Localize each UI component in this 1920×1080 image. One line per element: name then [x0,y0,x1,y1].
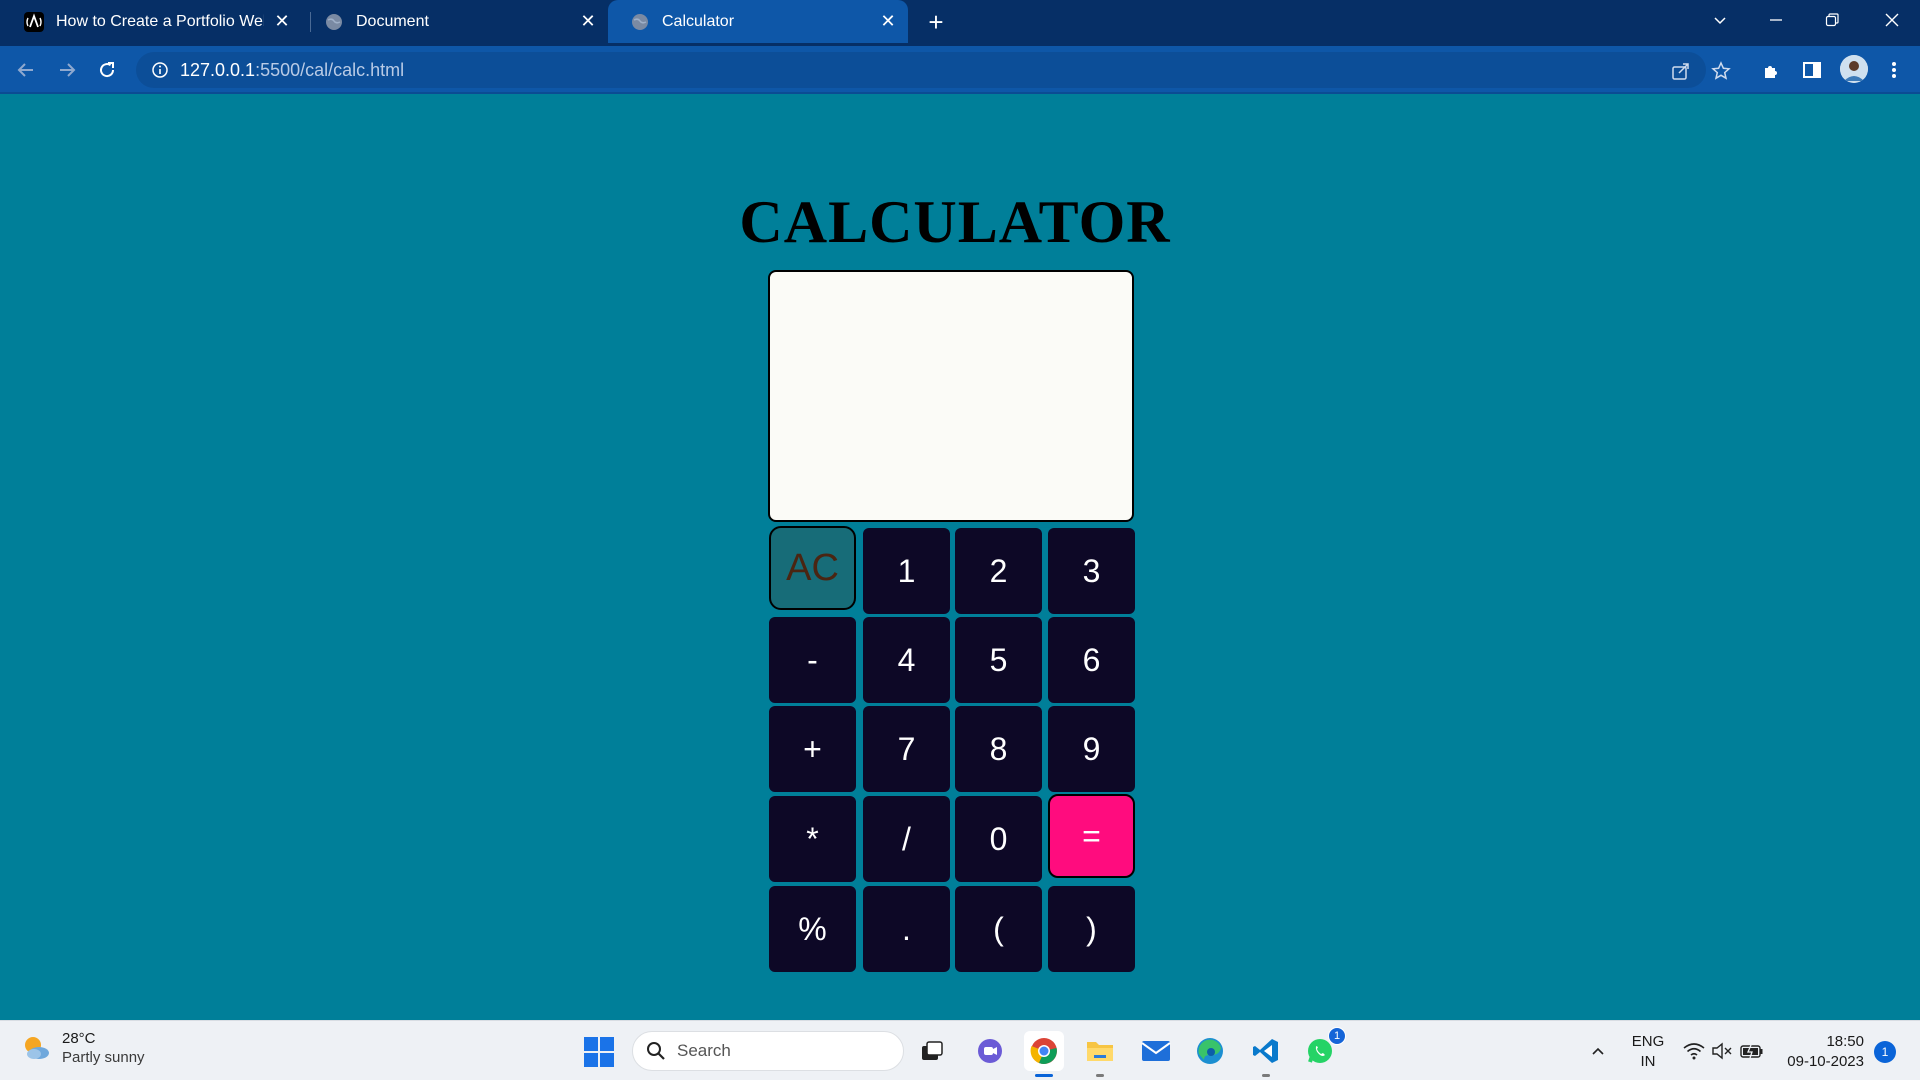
tab-document[interactable]: Document ✕ [302,0,608,43]
taskbar: 28°C Partly sunny Search 1 ENG IN 18:50 … [0,1020,1920,1080]
teams-chat-icon[interactable] [970,1031,1010,1071]
share-icon[interactable] [1670,60,1692,82]
weather-widget[interactable]: 28°C Partly sunny [20,1029,145,1067]
running-indicator [1262,1074,1270,1077]
running-indicator [1096,1074,1104,1077]
wifi-icon[interactable] [1682,1039,1706,1063]
battery-icon[interactable] [1740,1039,1764,1063]
url-path: :5500/cal/calc.html [255,59,405,80]
globe-icon [324,12,344,32]
astro-logo-icon [24,11,44,32]
key-plus[interactable]: + [769,706,856,792]
key-1[interactable]: 1 [863,528,950,614]
vscode-icon[interactable] [1246,1031,1286,1077]
key-2[interactable]: 2 [955,528,1042,614]
clear-button[interactable]: AC [769,526,856,610]
key-8[interactable]: 8 [955,706,1042,792]
key-close-paren[interactable]: ) [1048,886,1135,972]
key-7[interactable]: 7 [863,706,950,792]
url-host: 127.0.0.1 [180,59,256,80]
key-minus[interactable]: - [769,617,856,703]
page-content: CALCULATOR AC 1 2 3 - 4 5 6 + 7 8 9 * / … [0,96,1920,1020]
close-window-button[interactable] [1864,0,1920,40]
chrome-icon[interactable] [1024,1031,1064,1077]
key-decimal[interactable]: . [863,886,950,972]
search-icon [645,1040,667,1062]
clock-date: 09-10-2023 [1787,1053,1864,1070]
back-button[interactable] [10,54,42,86]
close-icon[interactable]: ✕ [272,11,292,32]
key-open-paren[interactable]: ( [955,886,1042,972]
clock-time: 18:50 [1826,1033,1864,1050]
close-icon[interactable]: ✕ [878,11,898,32]
weather-temperature: 28°C [62,1030,96,1047]
lang-code: ENG [1631,1033,1665,1050]
side-panel-icon[interactable] [1798,56,1826,84]
key-divide[interactable]: / [863,796,950,882]
key-6[interactable]: 6 [1048,617,1135,703]
edge-icon[interactable] [1190,1031,1230,1071]
address-bar[interactable]: 127.0.0.1:5500/cal/calc.html [136,52,1731,88]
forward-button[interactable] [51,54,83,86]
tab-search-button[interactable] [1692,0,1748,40]
key-0[interactable]: 0 [955,796,1042,882]
system-clock[interactable]: 18:50 09-10-2023 [1770,1032,1864,1072]
profile-avatar[interactable] [1840,55,1868,83]
speaker-muted-icon[interactable] [1710,1039,1734,1063]
taskbar-search-box[interactable]: Search [632,1031,904,1071]
reload-button[interactable] [91,54,123,86]
notification-center-badge[interactable]: 1 [1874,1041,1896,1063]
task-view-icon[interactable] [912,1031,952,1071]
new-tab-button[interactable]: + [922,7,950,37]
extensions-icon[interactable] [1758,56,1786,84]
file-explorer-icon[interactable] [1080,1031,1120,1077]
calculator-display[interactable] [768,270,1134,522]
equals-button[interactable]: = [1048,794,1135,878]
globe-icon [630,12,650,32]
back-arrow-icon [17,63,33,77]
partly-sunny-icon [25,1037,49,1059]
running-indicator [1035,1074,1053,1077]
key-3[interactable]: 3 [1048,528,1135,614]
reload-icon [100,62,115,78]
whatsapp-icon[interactable]: 1 [1300,1027,1346,1071]
bookmark-star-icon[interactable] [1710,60,1732,82]
key-multiply[interactable]: * [769,796,856,882]
key-5[interactable]: 5 [955,617,1042,703]
mail-icon[interactable] [1136,1031,1176,1071]
forward-arrow-icon [60,63,76,77]
close-icon[interactable]: ✕ [578,11,598,32]
key-4[interactable]: 4 [863,617,950,703]
tab-title: Document [356,12,429,30]
chevron-up-icon[interactable] [1586,1039,1610,1063]
more-menu-icon[interactable] [1880,56,1908,84]
info-icon[interactable] [150,60,170,80]
restore-icon [1825,13,1839,27]
tab-portfolio[interactable]: How to Create a Portfolio Websi ✕ [2,0,302,43]
search-placeholder: Search [677,1041,731,1060]
key-percent[interactable]: % [769,886,856,972]
page-title: CALCULATOR [739,189,1171,255]
windows-start-icon[interactable] [584,1037,614,1067]
chevron-down-icon [1714,17,1726,25]
tab-strip: How to Create a Portfolio Websi ✕ Docume… [0,0,1920,46]
minimize-icon [1770,19,1782,21]
tab-title: How to Create a Portfolio Websi [56,12,264,30]
restore-button[interactable] [1804,0,1860,40]
notification-badge: 1 [1328,1027,1346,1045]
minimize-button[interactable] [1748,0,1804,40]
input-language[interactable]: ENG IN [1628,1032,1668,1072]
tab-calculator[interactable]: Calculator ✕ [608,0,908,43]
close-icon [1885,13,1899,27]
browser-toolbar: 127.0.0.1:5500/cal/calc.html [0,46,1920,94]
key-9[interactable]: 9 [1048,706,1135,792]
region-code: IN [1640,1053,1656,1070]
tab-title: Calculator [662,12,735,30]
weather-description: Partly sunny [62,1049,145,1066]
